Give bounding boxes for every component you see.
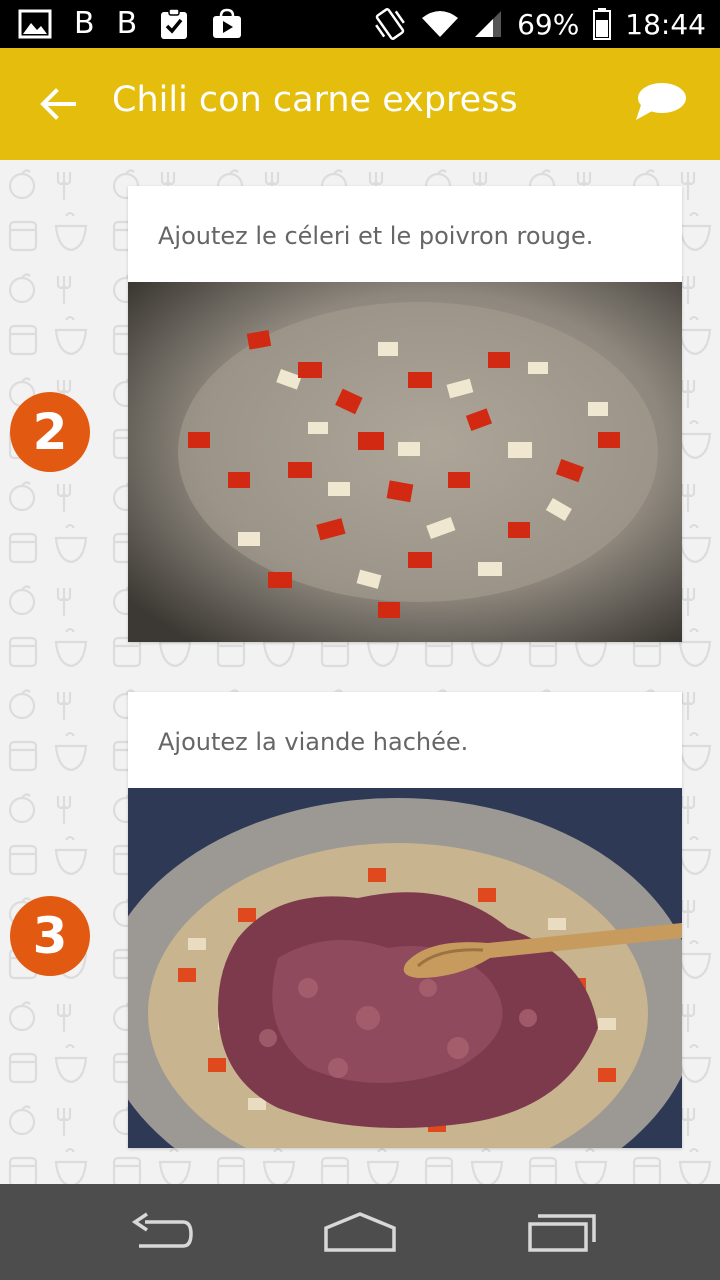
celery-pepper-photo [128,282,682,642]
vibrate-icon [375,8,405,40]
clock: 18:44 [625,7,706,41]
recipe-steps-list[interactable]: 2 Ajoutez le céleri et le poivron rouge. [0,160,720,1184]
system-navigation-bar [0,1184,720,1280]
b-app-icon: B [116,6,138,41]
step-number-badge: 2 [10,392,90,472]
image-icon [18,9,52,39]
home-icon [324,1212,396,1252]
back-icon [131,1212,193,1248]
b-app-icon: B [74,6,95,41]
step-number-badge: 3 [10,896,90,976]
system-icons: 69% 18:44 [373,6,706,42]
play-store-icon [213,8,242,38]
comment-icon [636,83,686,120]
nav-back-button[interactable] [115,1202,205,1262]
step-card: Ajoutez la viande hachée. [128,692,682,1148]
signal-icon [475,11,502,37]
battery-icon [593,8,612,40]
page-title: Chili con carne express [112,80,518,120]
nav-home-button[interactable] [315,1202,405,1262]
recents-icon [528,1214,596,1252]
comments-button[interactable] [634,80,688,128]
step-instruction: Ajoutez la viande hachée. [158,728,469,756]
battery-percent: 69% [517,7,580,41]
nav-recents-button[interactable] [517,1202,607,1262]
step-card: Ajoutez le céleri et le poivron rouge. [128,186,682,642]
clipboard-check-icon [161,8,188,39]
arrow-left-icon [40,88,76,120]
wifi-icon [422,11,459,37]
step-instruction: Ajoutez le céleri et le poivron rouge. [158,222,594,250]
app-bar: Chili con carne express [0,48,720,160]
ground-meat-photo [128,788,682,1148]
notification-icons: B B [18,6,243,42]
back-button[interactable] [30,76,86,132]
status-bar: B B 69% 18:44 [0,0,720,48]
